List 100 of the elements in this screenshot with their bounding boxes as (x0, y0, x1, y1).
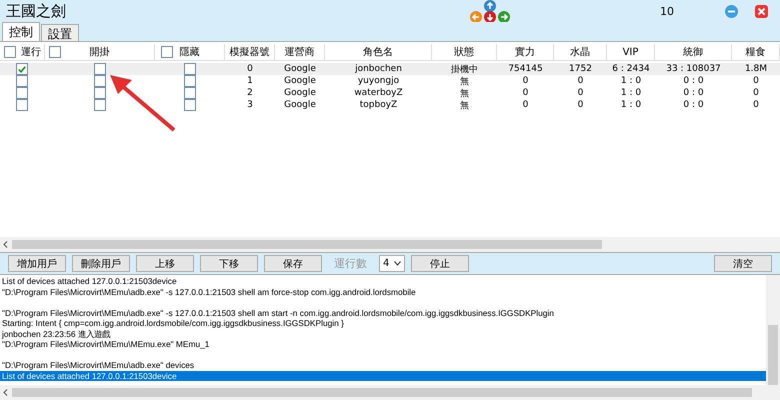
clear-button[interactable]: 清空 (714, 255, 772, 272)
table-cell: 0 (247, 64, 253, 74)
scroll-left-icon[interactable] (3, 241, 8, 248)
log-line: "D:\Program Files\Microvirt\MEmu\adb.exe" devices (1, 360, 196, 370)
checkbox[interactable] (94, 63, 106, 75)
up-arrow-icon[interactable] (484, 0, 496, 12)
table-cell-text: 無 (460, 76, 469, 88)
checkbox[interactable] (94, 75, 106, 87)
table-cell: 0 (578, 100, 584, 110)
column-header: 狀態 (454, 46, 474, 59)
table-cell: 0 (753, 88, 759, 98)
left-arrow-icon[interactable] (470, 10, 482, 22)
table-cell: 0 (753, 76, 759, 86)
column-header: VIP (622, 46, 638, 58)
table-cell: topboyZ (360, 100, 398, 110)
table-cell: 0 (522, 100, 528, 110)
log-line: Starting: Intent { cmp=com.igg.android.lordsmobile/com.igg.iggsdkbusiness.IGGSDKPlugin } (1, 318, 345, 328)
table-cell: 0 (522, 88, 528, 98)
table-cell: 1 : 0 (620, 88, 642, 98)
checkbox[interactable] (16, 99, 28, 111)
log-line: "D:\Program Files\Microvirt\MEmu\adb.exe" -s 127.0.0.1:21503 shell am start -n com.igg.android.lordsmobile/com.igg.iggsdkbusiness.IGGSDKPlugin (1, 308, 555, 318)
counter: 10 (660, 4, 674, 18)
table-cell: 2 (247, 88, 253, 98)
table-cell: Google (284, 88, 316, 98)
table-cell: waterboyZ (354, 88, 403, 98)
scroll-left-icon[interactable] (3, 389, 8, 396)
tab[interactable]: 設置 (41, 24, 79, 41)
close-icon[interactable] (755, 4, 768, 18)
log-line: "D:\Program Files\Microvirt\MEmu\adb.exe" -s 127.0.0.1:21503 shell am force-stop com.igg.android.lordsmobile (1, 286, 417, 297)
table-cell-text: 無 (460, 100, 469, 112)
table-cell: Google (284, 64, 316, 74)
stop-button[interactable]: 停止 (411, 255, 469, 272)
vertical-scrollbar[interactable] (766, 275, 780, 385)
checkbox[interactable] (16, 87, 28, 99)
horizontal-scrollbar[interactable] (0, 237, 780, 252)
log-line: jonbochen 23:23:56 進入遊戲 (0, 328, 112, 339)
tab[interactable]: 控制 (2, 22, 40, 41)
table-row[interactable]: 1 Google yuyongjo 無 0 0 1 : 0 0 : 0 0 (0, 75, 780, 87)
table-cell: yuyongjo (358, 76, 400, 86)
checkbox[interactable] (184, 87, 196, 99)
checkbox[interactable] (94, 87, 106, 99)
column-header: 運營商 (284, 46, 314, 59)
table-row[interactable]: 2 Google waterboyZ 無 0 0 1 : 0 0 : 0 0 (0, 87, 780, 99)
window-title: 王國之劍 (6, 2, 67, 20)
checkbox[interactable] (184, 75, 196, 87)
checkbox[interactable] (184, 99, 196, 111)
column-header: 模擬器號 (230, 46, 270, 59)
log-line: "D:\Program Files\Microvirt\MEmu\MEmu.exe" MEmu_1 (1, 339, 210, 350)
toolbar-button[interactable]: 上移 (136, 255, 194, 272)
table-cell: 0 : 0 (683, 76, 704, 86)
table-cell: Google (284, 100, 316, 110)
table-cell: 3 (247, 100, 253, 110)
table-cell: 0 : 0 (683, 100, 704, 110)
checkbox[interactable] (49, 46, 61, 58)
table-cell-text: 掛機中 (451, 64, 478, 76)
column-header: 開掛 (90, 46, 110, 59)
checkbox[interactable] (4, 46, 16, 58)
minimize-icon[interactable] (725, 4, 738, 18)
table-cell: 33 : 108037 (666, 64, 721, 74)
column-header: 糧食 (746, 46, 766, 59)
table-cell: 0 (522, 76, 528, 86)
table-cell: 1 : 0 (620, 76, 642, 86)
table-cell-text: 無 (460, 88, 469, 100)
chevron-icon (394, 261, 401, 266)
table-cell: 1 (247, 76, 253, 86)
toolbar-button[interactable]: 刪除用戶 (72, 255, 130, 272)
table-cell: 754145 (508, 64, 543, 74)
checkbox[interactable] (184, 63, 196, 75)
table-cell: 0 (578, 88, 584, 98)
table-cell: 0 (578, 76, 584, 86)
toolbar-button[interactable]: 保存 (264, 255, 322, 272)
table-row[interactable]: 0 Google jonbochen 掛機中 754145 1752 6 : 2434 33 : 108037 1.8M (0, 63, 780, 75)
column-header: 隱藏 (180, 46, 200, 59)
column-header: 統御 (683, 46, 703, 59)
column-header: 實力 (515, 46, 535, 59)
run-count-label: 運行數 (334, 256, 367, 271)
table-cell: 6 : 2434 (612, 64, 650, 74)
table-cell: 1752 (569, 64, 592, 74)
table-cell: 0 : 0 (683, 88, 704, 98)
table-cell: 0 (753, 100, 759, 110)
table-cell: jonbochen (355, 64, 402, 74)
checkmark-icon (18, 66, 26, 72)
column-header: 角色名 (363, 46, 393, 59)
checkbox[interactable] (161, 46, 173, 58)
horizontal-scrollbar[interactable] (0, 385, 780, 400)
column-header: 水晶 (570, 46, 590, 59)
table-cell: 1 : 0 (620, 100, 642, 110)
down-arrow-icon[interactable] (484, 10, 496, 22)
table-cell: Google (284, 76, 316, 86)
table-cell: 1.8M (744, 64, 768, 74)
toolbar-button[interactable]: 下移 (200, 255, 258, 272)
checkbox[interactable] (94, 99, 106, 111)
column-header: 運行 (21, 46, 41, 59)
right-arrow-icon[interactable] (498, 10, 510, 22)
toolbar-button[interactable]: 增加用戶 (8, 255, 66, 272)
log-line: List of devices attached 127.0.0.1:21503device (1, 276, 178, 286)
table-row[interactable]: 3 Google topboyZ 無 0 0 1 : 0 0 : 0 0 (0, 99, 780, 111)
checkbox[interactable] (16, 63, 28, 75)
arrow-annotation (108, 72, 178, 132)
checkbox[interactable] (16, 75, 28, 87)
